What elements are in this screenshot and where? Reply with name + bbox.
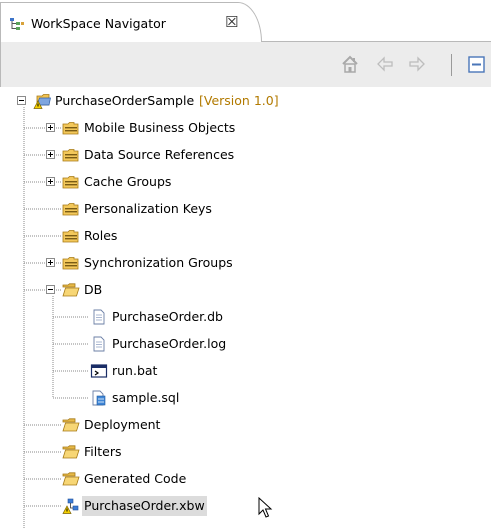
tree-item[interactable]: PurchaseOrder.log <box>0 333 491 355</box>
folder-icon <box>62 257 79 270</box>
close-icon[interactable]: ☒ <box>225 13 238 31</box>
tree-item-label: DB <box>84 282 103 297</box>
expand-icon[interactable] <box>46 150 55 159</box>
open-folder-icon <box>62 418 80 432</box>
tree-item-label: Cache Groups <box>84 174 172 189</box>
back-arrow-icon[interactable] <box>374 53 396 75</box>
tree-item[interactable]: Filters <box>0 441 491 463</box>
collapse-all-icon[interactable] <box>467 53 487 75</box>
view-toolbar <box>0 42 491 87</box>
collapse-icon[interactable] <box>17 96 26 105</box>
collapse-icon[interactable] <box>46 285 55 294</box>
toolbar-separator <box>451 54 452 76</box>
version-label: [Version 1.0] <box>199 93 279 108</box>
folder-icon <box>62 122 79 135</box>
folder-icon <box>62 203 79 216</box>
tree-item-label: PurchaseOrder.xbw <box>84 498 205 513</box>
navigator-icon <box>10 18 24 30</box>
tree-item-label: run.bat <box>112 363 158 378</box>
expand-icon[interactable] <box>46 258 55 267</box>
project-warning-icon <box>33 94 51 109</box>
tree-item[interactable]: PurchaseOrder.db <box>0 306 491 328</box>
tree-item[interactable]: run.bat <box>0 360 491 382</box>
sql-file-icon <box>92 390 106 406</box>
folder-icon <box>62 176 79 189</box>
tree-item-label: Generated Code <box>84 471 187 486</box>
tree-item-label: Synchronization Groups <box>84 255 233 270</box>
open-folder-icon <box>62 445 80 459</box>
tree-item[interactable]: Synchronization Groups <box>0 252 491 274</box>
tab-title: WorkSpace Navigator <box>31 16 166 31</box>
file-icon <box>93 336 105 352</box>
tree-item-label: PurchaseOrder.log <box>112 336 227 351</box>
diagram-warning-icon <box>62 498 79 514</box>
tree-item[interactable]: DB <box>0 279 491 301</box>
tree-item-label: PurchaseOrder.db <box>112 309 223 324</box>
tree-item[interactable]: Mobile Business Objects <box>0 117 491 139</box>
forward-arrow-icon[interactable] <box>406 53 428 75</box>
tree-item-label: Filters <box>84 444 122 459</box>
tree-item-label: sample.sql <box>112 390 180 405</box>
tree-item[interactable]: Data Source References <box>0 144 491 166</box>
tree-item[interactable]: Personalization Keys <box>0 198 491 220</box>
open-folder-icon <box>62 472 80 486</box>
batch-file-icon <box>90 364 108 378</box>
tree-item[interactable]: Deployment <box>0 414 491 436</box>
tab-workspace-navigator[interactable]: WorkSpace Navigator ☒ <box>0 2 262 42</box>
tree-item-label: Data Source References <box>84 147 235 162</box>
tree-item-label: Roles <box>84 228 118 243</box>
tree-item-label: Mobile Business Objects <box>84 120 236 135</box>
tree-item-label: PurchaseOrderSample <box>55 93 195 108</box>
view-tab-bar: WorkSpace Navigator ☒ <box>0 0 491 42</box>
open-folder-icon <box>62 283 80 297</box>
tree-item[interactable]: PurchaseOrder.xbw <box>0 495 491 517</box>
tree-item[interactable]: PurchaseOrderSample [Version 1.0] <box>0 90 491 112</box>
expand-icon[interactable] <box>46 177 55 186</box>
tree-item[interactable]: Roles <box>0 225 491 247</box>
mouse-pointer-icon <box>258 497 273 518</box>
folder-icon <box>62 149 79 162</box>
folder-icon <box>62 230 79 243</box>
file-icon <box>93 309 105 325</box>
tree-item-label: Personalization Keys <box>84 201 212 216</box>
workspace-tree: PurchaseOrderSample [Version 1.0] Mobile B… <box>0 87 491 529</box>
expand-icon[interactable] <box>46 123 55 132</box>
tree-item[interactable]: Cache Groups <box>0 171 491 193</box>
tree-item[interactable]: sample.sql <box>0 387 491 409</box>
tree-item-label: Deployment <box>84 417 161 432</box>
home-icon[interactable] <box>339 53 361 75</box>
tree-item[interactable]: Generated Code <box>0 468 491 490</box>
